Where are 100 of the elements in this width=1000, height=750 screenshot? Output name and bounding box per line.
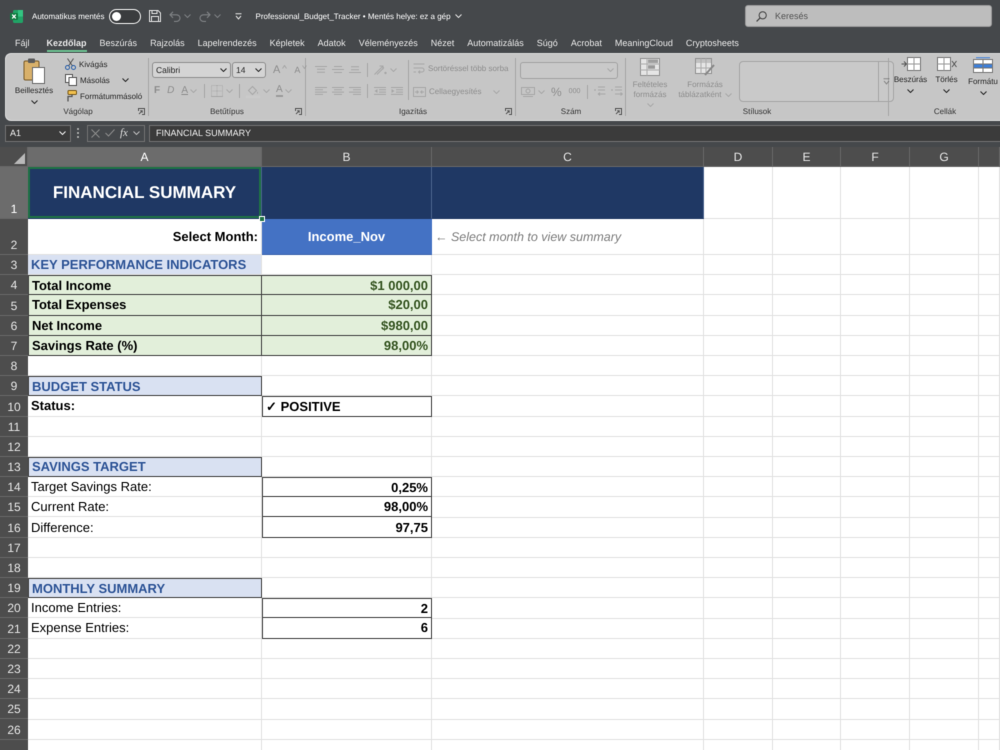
paste-button[interactable]: Beillesztés <box>11 56 57 104</box>
undo-icon <box>169 10 182 22</box>
dialog-launcher-button[interactable] <box>505 108 512 114</box>
customize-toolbar-button[interactable] <box>235 12 242 20</box>
row-header[interactable]: 25 <box>0 699 28 720</box>
row-header[interactable]: 16 <box>0 517 28 538</box>
ribbon-tab[interactable]: Véleményezés <box>358 32 418 52</box>
row-header[interactable]: 4 <box>0 275 28 296</box>
row-header[interactable]: 10 <box>0 396 28 416</box>
search-field[interactable]: Keresés <box>745 5 992 27</box>
format-painter-button[interactable]: Formátummásoló <box>65 88 142 104</box>
delete-cells-button[interactable]: Törlés <box>929 56 964 93</box>
row-header[interactable]: 12 <box>0 436 28 457</box>
undo-button[interactable] <box>169 10 192 22</box>
ribbon-tab[interactable]: Nézet <box>430 32 454 52</box>
font-name-field[interactable]: Calibri <box>152 62 231 78</box>
group-label: Igazítás <box>398 106 427 116</box>
align-middle-icon <box>332 66 344 73</box>
corner-arrow-icon <box>505 108 512 114</box>
save-button[interactable] <box>149 10 162 22</box>
row-header[interactable]: 18 <box>0 558 28 578</box>
select-all-button[interactable] <box>0 147 28 167</box>
wrap-text-icon <box>413 63 425 74</box>
column-header[interactable]: F <box>841 147 910 167</box>
ribbon-tab[interactable]: Rajzolás <box>150 32 185 52</box>
redo-button[interactable] <box>199 10 222 22</box>
caret-icon <box>30 100 38 104</box>
scissors-icon <box>65 58 76 70</box>
column-header[interactable]: B <box>262 147 432 167</box>
row-header[interactable]: 17 <box>0 538 28 558</box>
copy-icon <box>65 74 77 86</box>
column-header[interactable]: D <box>704 147 773 167</box>
row-header[interactable]: 20 <box>0 598 28 618</box>
ribbon-tab[interactable]: Beszúrás <box>100 32 138 52</box>
chevron-down-icon <box>454 14 462 18</box>
ribbon-tab[interactable]: Acrobat <box>570 32 602 52</box>
caret-icon <box>943 89 950 93</box>
row-header[interactable]: 23 <box>0 658 28 679</box>
autosave-toggle[interactable] <box>109 8 142 24</box>
row-header[interactable]: 3 <box>0 255 28 276</box>
column-header[interactable] <box>979 147 1000 167</box>
ribbon-tab[interactable]: Lapelrendezés <box>198 32 257 52</box>
kpi-value-cell: $1 000,00 <box>262 275 432 296</box>
cut-button[interactable]: Kivágás <box>65 56 108 72</box>
row-header[interactable]: 14 <box>0 477 28 498</box>
font-size-field[interactable]: 14 <box>232 62 266 78</box>
column-header[interactable]: C <box>432 147 704 167</box>
insert-function-button[interactable]: fx <box>120 127 128 139</box>
row-header[interactable]: 2 <box>0 219 28 255</box>
corner-arrow-icon <box>295 108 302 114</box>
dialog-launcher-button[interactable] <box>615 108 622 114</box>
kpi-value-cell: 98,00% <box>262 336 432 356</box>
row-header[interactable]: 22 <box>0 638 28 659</box>
ribbon-tab[interactable]: Fájl <box>15 32 30 52</box>
row-header[interactable]: 11 <box>0 416 28 437</box>
month-select-cell: Income_Nov <box>262 219 432 255</box>
borders-icon <box>211 85 224 97</box>
align-center-icon <box>332 86 344 94</box>
insert-cells-button[interactable]: Beszúrás <box>893 56 928 93</box>
caret-icon <box>214 14 222 18</box>
kpi-value-cell: $980,00 <box>262 316 432 336</box>
format-cells-button[interactable]: Formátu <box>965 56 1000 95</box>
row-header[interactable]: 21 <box>0 618 28 639</box>
ribbon-tab[interactable]: Súgó <box>536 32 558 52</box>
row-header[interactable]: 19 <box>0 578 28 598</box>
column-header[interactable]: A <box>28 147 262 167</box>
row-header[interactable]: 24 <box>0 678 28 700</box>
document-title[interactable]: Professional_Budget_Tracker • Mentés helye: ez a gép <box>255 12 462 20</box>
corner-arrow-icon <box>138 108 145 114</box>
ribbon-tab[interactable]: Automatizálás <box>467 32 524 52</box>
column-header[interactable]: E <box>773 147 841 167</box>
copy-button[interactable]: Másolás <box>65 72 129 88</box>
kpi-label-cell: Total Income <box>28 275 262 296</box>
formula-input[interactable]: FINANCIAL SUMMARY <box>149 124 1000 142</box>
name-box[interactable]: A1 <box>5 124 71 142</box>
dialog-launcher-button[interactable] <box>138 108 145 114</box>
indent-decrease-icon <box>374 86 386 94</box>
fill-handle[interactable] <box>259 216 265 222</box>
row-header[interactable]: 1 <box>0 167 28 219</box>
caret-icon <box>647 102 654 107</box>
ribbon-tab[interactable]: Cryptosheets <box>686 32 739 52</box>
caret-icon <box>184 14 192 18</box>
row-header[interactable]: 15 <box>0 497 28 518</box>
column-header[interactable]: G <box>910 147 979 167</box>
row-header[interactable]: 6 <box>0 316 28 336</box>
diagonal-arrow-icon <box>374 64 387 74</box>
ribbon-tab[interactable]: Képletek <box>270 32 305 52</box>
row-header[interactable]: 9 <box>0 376 28 396</box>
row-header[interactable]: 26 <box>0 719 28 740</box>
row-header[interactable]: 13 <box>0 456 28 478</box>
row-header[interactable]: 7 <box>0 336 28 356</box>
dialog-launcher-button[interactable] <box>295 108 302 114</box>
row-header[interactable]: 8 <box>0 356 28 376</box>
align-right-icon <box>349 86 361 94</box>
table-brush-icon <box>695 58 715 76</box>
ribbon-tab[interactable]: Adatok <box>318 32 346 52</box>
row-header[interactable]: 5 <box>0 295 28 316</box>
caret-bar-icon <box>235 12 242 20</box>
section-header-cell: SAVINGS TARGET <box>28 456 262 478</box>
ribbon-tab[interactable]: MeaningCloud <box>614 32 673 52</box>
